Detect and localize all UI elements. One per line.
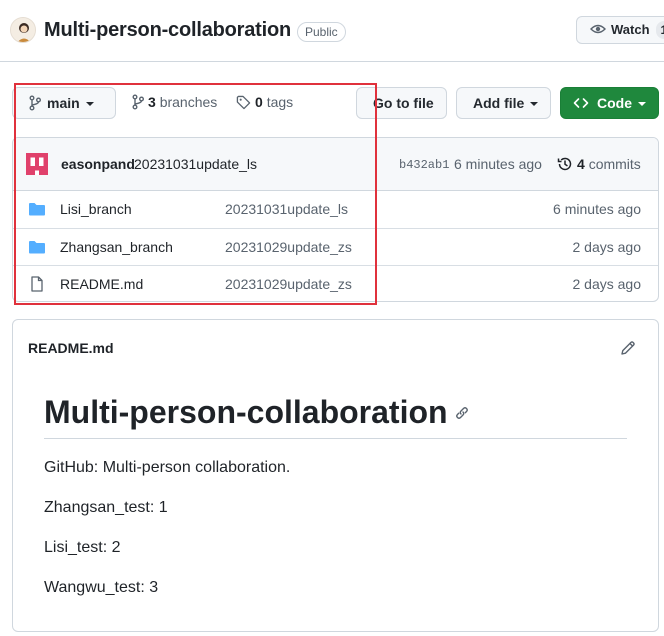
chevron-down-icon [530,102,539,106]
readme-paragraph: GitHub: Multi-person collaboration. [44,459,291,476]
branches-count: 3 [148,94,156,110]
chevron-down-icon [85,102,94,106]
watch-label: Watch [611,22,650,37]
file-commit-message[interactable]: 20231031update_ls [225,201,348,217]
add-file-label: Add file [473,95,525,111]
file-browser: easonpand 20231031update_ls b432ab1 6 mi… [12,137,659,302]
readme-paragraph: Wangwu_test: 3 [44,579,159,596]
file-name[interactable]: Lisi_branch [60,201,132,217]
file-updated-time: 2 days ago [572,276,642,292]
code-label: Code [597,95,632,111]
branch-name: main [47,95,80,111]
history-icon [557,156,577,172]
commit-time: 6 minutes ago [454,156,542,172]
eye-icon [590,20,606,46]
code-button[interactable]: Code [560,87,659,119]
commits-label: commits [588,156,641,172]
tags-count: 0 [255,94,263,110]
branches-link[interactable]: 3 branches [132,94,217,110]
owner-avatar[interactable] [10,17,36,43]
branches-label: branches [159,94,218,110]
commit-message[interactable]: 20231031update_ls [134,156,257,172]
commits-count: 4 [577,156,585,172]
tag-icon [236,94,255,110]
readme-paragraph: Zhangsan_test: 1 [44,499,168,516]
folder-icon [28,239,46,255]
repo-name[interactable]: Multi-person-collaboration [44,19,291,42]
commit-author[interactable]: easonpand [61,156,135,172]
readme-heading-text: Multi-person-collaboration [44,394,448,430]
heading-divider [44,438,627,439]
tags-label: tags [266,94,294,110]
visibility-badge: Public [297,22,346,42]
tags-link[interactable]: 0 tags [236,94,293,110]
file-row[interactable]: Lisi_branch 20231031update_ls 6 minutes … [13,191,658,228]
file-name[interactable]: README.md [60,276,143,292]
author-avatar[interactable] [26,153,48,175]
file-commit-message[interactable]: 20231029update_zs [225,276,352,292]
latest-commit-bar: easonpand 20231031update_ls b432ab1 6 mi… [13,138,658,191]
watch-button[interactable]: Watch 1 [576,16,664,44]
file-row[interactable]: Zhangsan_branch 20231029update_zs 2 days… [13,228,658,265]
readme-paragraph: Lisi_test: 2 [44,539,121,556]
pencil-icon[interactable] [620,340,636,356]
file-updated-time: 6 minutes ago [553,201,641,217]
readme-heading: Multi-person-collaboration [44,392,470,431]
link-icon[interactable] [454,392,470,429]
file-updated-time: 2 days ago [572,239,642,255]
readme-filename[interactable]: README.md [28,340,114,356]
chevron-down-icon [638,102,646,106]
add-file-button[interactable]: Add file [456,87,551,119]
file-commit-message[interactable]: 20231029update_zs [225,239,352,255]
branch-icon [132,94,148,110]
folder-icon [28,201,46,217]
go-to-file-button[interactable]: Go to file [356,87,447,119]
commits-link[interactable]: 4 commits [557,156,641,172]
watch-count: 1 [655,21,664,39]
readme-panel: README.md Multi-person-collaboration Git… [12,319,659,632]
branch-icon [29,95,47,111]
file-row[interactable]: README.md 20231029update_zs 2 days ago [13,265,658,301]
file-name[interactable]: Zhangsan_branch [60,239,173,255]
code-icon [573,95,597,111]
branch-select-button[interactable]: main [12,87,116,119]
repo-header: Multi-person-collaboration Public Watch 1 [0,0,664,62]
file-icon [28,276,46,292]
commit-sha[interactable]: b432ab1 [399,158,449,172]
